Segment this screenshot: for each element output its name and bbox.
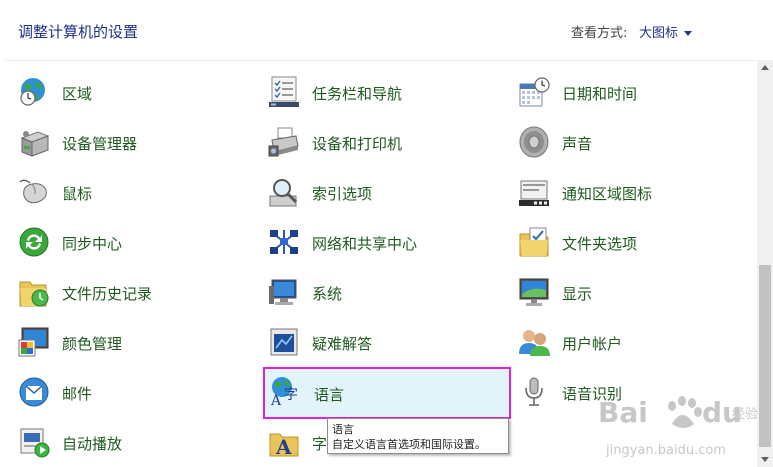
item-label: 语言 xyxy=(314,386,345,404)
chevron-up-icon xyxy=(761,65,769,70)
item-user-accounts[interactable]: 用户帐户 xyxy=(518,322,748,362)
item-date-time[interactable]: 日期和时间 xyxy=(518,72,748,112)
item-network-sharing-center[interactable]: 网络和共享中心 xyxy=(268,222,498,262)
calendar-clock-icon xyxy=(519,77,550,107)
item-label: 同步中心 xyxy=(62,235,123,253)
item-troubleshooting[interactable]: 疑难解答 xyxy=(268,322,498,362)
page-title: 调整计算机的设置 xyxy=(18,23,139,41)
item-label: 疑难解答 xyxy=(312,335,373,353)
globe-clock-icon xyxy=(20,78,45,106)
item-display[interactable]: 显示 xyxy=(518,272,748,312)
header: 调整计算机的设置 查看方式: 大图标 xyxy=(0,0,757,60)
item-label: 任务栏和导航 xyxy=(312,85,403,103)
chevron-down-icon xyxy=(684,31,693,36)
autoplay-icon xyxy=(20,428,50,458)
svg-text:Bai: Bai xyxy=(598,396,648,429)
display-icon xyxy=(519,278,549,306)
system-icon xyxy=(269,279,297,305)
item-system[interactable]: 系统 xyxy=(268,272,498,312)
taskbar-icon xyxy=(269,76,299,107)
item-label: 自动播放 xyxy=(62,435,123,453)
item-label: 系统 xyxy=(312,285,343,303)
item-file-history[interactable]: 文件历史记录 xyxy=(18,272,248,312)
item-region[interactable]: 区域 xyxy=(18,72,248,112)
troubleshoot-icon xyxy=(270,328,298,356)
baidu-watermark-logo: Bai du 经验 jingyan.baidu.com xyxy=(598,396,758,458)
language-icon: A 字 xyxy=(270,377,298,407)
item-taskbar-navigation[interactable]: 任务栏和导航 xyxy=(268,72,498,112)
folder-check-icon xyxy=(519,227,549,257)
magnifier-icon xyxy=(269,179,298,207)
svg-text:A: A xyxy=(270,393,282,407)
tooltip-description: 自定义语言首选项和国际设置。 xyxy=(332,438,486,451)
item-label: 用户帐户 xyxy=(562,335,623,353)
svg-text:A: A xyxy=(275,435,292,458)
item-notification-area-icons[interactable]: 通知区域图标 xyxy=(518,172,748,212)
view-by-value: 大图标 xyxy=(639,26,679,41)
svg-text:经验: 经验 xyxy=(732,406,758,422)
item-label: 显示 xyxy=(562,285,593,303)
item-label: 设备管理器 xyxy=(62,135,138,153)
item-label: 网络和共享中心 xyxy=(312,235,418,253)
item-indexing-options[interactable]: 索引选项 xyxy=(268,172,498,212)
file-history-icon xyxy=(19,281,49,307)
mouse-icon xyxy=(19,179,47,204)
fonts-icon: A xyxy=(269,433,299,458)
item-label: 文件历史记录 xyxy=(62,285,153,303)
color-management-icon xyxy=(18,327,49,357)
header-separator xyxy=(6,60,756,61)
item-sync-center[interactable]: 同步中心 xyxy=(18,222,248,262)
scroll-up-button[interactable] xyxy=(757,60,773,76)
item-label: 鼠标 xyxy=(62,185,93,203)
item-label: 文件夹选项 xyxy=(562,235,638,253)
item-mouse[interactable]: 鼠标 xyxy=(18,172,248,212)
item-label: 字 xyxy=(312,435,328,453)
tooltip-title: 语言 xyxy=(332,423,354,436)
device-manager-icon xyxy=(20,131,50,157)
item-label: 颜色管理 xyxy=(62,335,123,353)
item-label: 日期和时间 xyxy=(562,85,638,103)
item-mail[interactable]: 邮件 xyxy=(18,372,248,412)
item-devices-printers[interactable]: 设备和打印机 xyxy=(268,122,498,162)
notification-area-icon xyxy=(519,180,549,206)
view-by-label: 查看方式: xyxy=(571,26,628,41)
printer-icon xyxy=(268,127,299,157)
network-icon xyxy=(270,230,298,254)
user-accounts-icon xyxy=(519,330,550,356)
item-label: 邮件 xyxy=(62,385,93,403)
speaker-icon xyxy=(519,126,549,158)
item-language[interactable]: A 字 语言 xyxy=(263,367,511,419)
svg-text:字: 字 xyxy=(284,387,298,403)
microphone-icon xyxy=(525,377,543,406)
item-label: 区域 xyxy=(62,85,93,103)
item-sound[interactable]: 声音 xyxy=(518,122,748,162)
item-label: 索引选项 xyxy=(312,185,373,203)
item-color-management[interactable]: 颜色管理 xyxy=(18,322,248,362)
svg-text:jingyan.baidu.com: jingyan.baidu.com xyxy=(605,443,726,458)
item-device-manager[interactable]: 设备管理器 xyxy=(18,122,248,162)
item-autoplay[interactable]: 自动播放 xyxy=(18,422,248,462)
sync-icon xyxy=(19,227,49,257)
view-by-dropdown[interactable]: 大图标 xyxy=(639,22,693,41)
mail-icon xyxy=(19,377,49,407)
item-label: 设备和打印机 xyxy=(312,135,403,153)
item-label: 声音 xyxy=(562,135,593,153)
chevron-down-icon xyxy=(761,457,769,462)
item-label: 通知区域图标 xyxy=(562,185,653,203)
item-folder-options[interactable]: 文件夹选项 xyxy=(518,222,748,262)
tooltip: 语言 自定义语言首选项和国际设置。 xyxy=(327,418,509,454)
